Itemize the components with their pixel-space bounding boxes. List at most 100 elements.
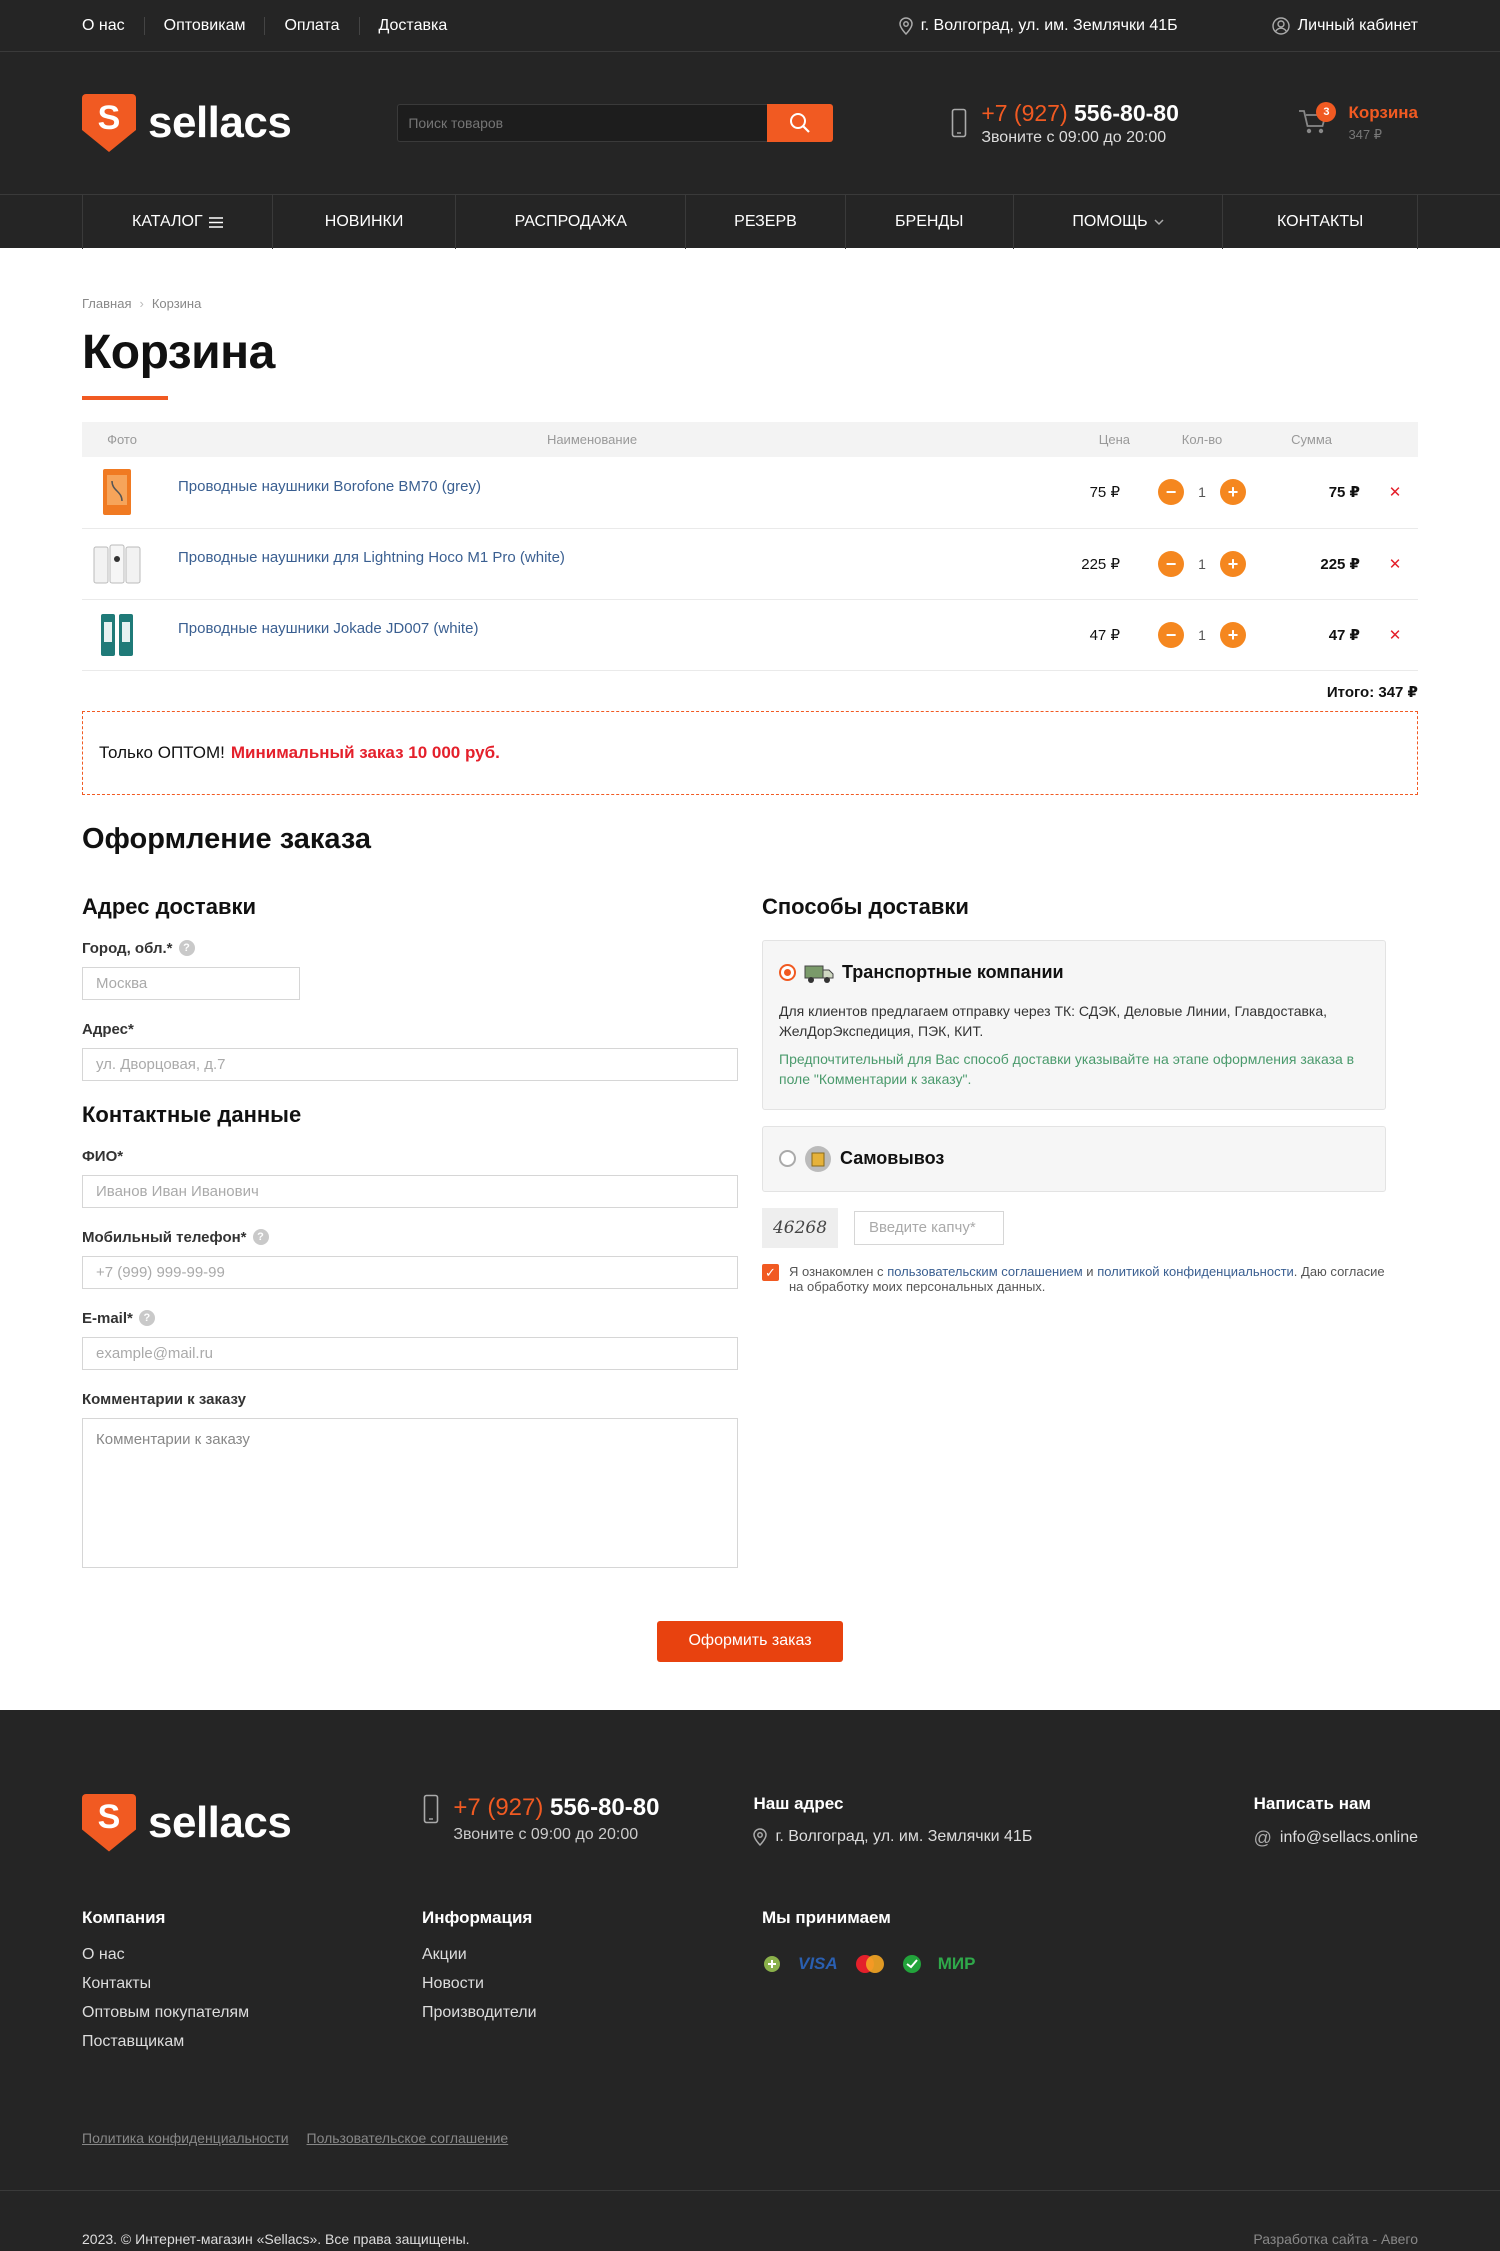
help-icon[interactable]: ? [178,940,195,956]
logo-shield-icon: S [82,94,136,152]
nav-sale[interactable]: РАСПРОДАЖА [455,195,685,249]
col-photo: Фото [82,422,162,457]
top-bar: О нас Оптовикам Оплата Доставка г. Волго… [0,0,1500,52]
delivery-radio-selected[interactable] [779,964,796,981]
cart-table: Фото Наименование Цена Кол-во Сумма Пров… [82,422,1418,671]
top-link-payment[interactable]: Оплата [264,17,358,35]
product-image[interactable] [92,609,142,661]
address-input[interactable]: ул. Дворцовая, д.7 [82,1047,738,1081]
remove-item-icon[interactable]: ✕ [1372,528,1418,600]
footer-link[interactable]: Акции [422,1946,762,1964]
account-link[interactable]: Личный кабинет [1271,17,1418,35]
email-label-text: E-mail* [82,1309,133,1327]
nav-help[interactable]: ПОМОЩЬ [1012,195,1223,249]
top-link-about[interactable]: О нас [82,17,144,35]
captcha-input[interactable]: Введите капчу* [854,1210,1004,1245]
nav-new[interactable]: НОВИНКИ [271,195,456,249]
increase-qty-button[interactable]: + [1220,621,1246,648]
product-image[interactable] [92,538,142,590]
quantity-stepper: −1 + [1142,621,1262,648]
phone-input[interactable]: +7 (999) 999-99-99 [82,1255,738,1289]
mobile-phone-icon [424,1794,439,1823]
nav-reserve[interactable]: РЕЗЕРВ [685,195,845,249]
nav-catalog[interactable]: КАТАЛОГ [82,195,272,249]
developer-link[interactable]: Разработка сайта - Авего [1253,2231,1418,2247]
nav-brands[interactable]: БРЕНДЫ [844,195,1013,249]
footer-company-title: Компания [82,1907,166,1927]
nav-contacts[interactable]: КОНТАКТЫ [1222,195,1418,249]
decrease-qty-button[interactable]: − [1158,550,1184,577]
header-phone-number[interactable]: +7 (927) 556-80-80 [981,100,1179,126]
cart-row: Проводные наушники Jokade JD007 (white) … [82,599,1418,671]
payment-methods: VISA МИР [762,1954,1102,1974]
qty-value[interactable]: 1 [1198,556,1206,572]
email-input[interactable]: example@mail.ru [82,1336,738,1370]
qty-value[interactable]: 1 [1198,627,1206,643]
footer-pay-title: Мы принимаем [762,1907,891,1927]
comment-textarea[interactable]: Комментарии к заказу [82,1417,738,1568]
decrease-qty-button[interactable]: − [1158,479,1184,506]
increase-qty-button[interactable]: + [1220,550,1246,577]
search-input[interactable] [397,104,768,142]
breadcrumb: Главная › Корзина [82,296,1418,311]
footer-logo[interactable]: S sellacs [82,1793,292,1852]
submit-order-button[interactable]: Оформить заказ [657,1620,843,1662]
delivery-radio[interactable] [779,1150,796,1167]
help-icon[interactable]: ? [138,1310,155,1326]
footer-link[interactable]: Поставщикам [82,2033,422,2051]
col-qty: Кол-во [1142,422,1262,457]
captcha-image[interactable]: 46268 [762,1207,838,1248]
footer-link[interactable]: Контакты [82,1975,422,1993]
delivery-option-pickup[interactable]: Самовывоз [762,1125,1386,1192]
col-name: Наименование [162,422,1022,457]
col-price: Цена [1022,422,1142,457]
city-input[interactable]: Москва [82,966,300,1000]
cart-table-header: Фото Наименование Цена Кол-во Сумма [82,422,1418,457]
remove-item-icon[interactable]: ✕ [1372,457,1418,529]
help-icon[interactable]: ? [252,1229,269,1245]
footer-mail-link[interactable]: @ info@sellacs.online [1254,1828,1418,1849]
product-name-link[interactable]: Проводные наушники для Lightning Hoco M1… [178,549,565,566]
top-link-delivery[interactable]: Доставка [358,17,467,35]
footer-payments: Мы принимаем VISA МИР [762,1908,1102,2051]
cart-count-badge: 3 [1316,102,1337,122]
footer-link[interactable]: Производители [422,2004,762,2022]
footer-link[interactable]: Новости [422,1975,762,1993]
user-agreement-link[interactable]: пользовательским соглашением [887,1264,1082,1279]
header-phone-hours: Звоните с 09:00 до 20:00 [981,128,1167,146]
product-name-link[interactable]: Проводные наушники Jokade JD007 (white) [178,620,478,637]
location-pin-icon [753,1827,768,1846]
nav-catalog-label: КАТАЛОГ [132,213,203,230]
privacy-policy-link[interactable]: Политика конфиденциальности [82,2130,289,2146]
product-image[interactable] [92,466,142,518]
city-field: Город, обл.*? Москва [82,940,738,1000]
footer-link[interactable]: Оптовым покупателям [82,2004,422,2022]
search-button[interactable] [767,104,834,142]
delivery-option-transport[interactable]: Транспортные компании Для клиентов предл… [762,939,1386,1110]
delivery-option-description: Для клиентов предлагаем отправку через Т… [779,1002,1328,1039]
privacy-policy-link[interactable]: политикой конфиденциальности [1097,1264,1294,1279]
qty-value[interactable]: 1 [1198,484,1206,500]
header-phone: +7 (927) 556-80-80 Звоните с 09:00 до 20… [951,100,1179,147]
product-sum: 47 ₽ [1262,599,1372,671]
top-link-wholesale[interactable]: Оптовикам [143,17,265,35]
email-label: E-mail*? [82,1310,738,1327]
decrease-qty-button[interactable]: − [1158,621,1184,648]
user-agreement-link[interactable]: Пользовательское соглашение [307,2130,509,2146]
increase-qty-button[interactable]: + [1220,479,1246,506]
remove-item-icon[interactable]: ✕ [1372,599,1418,671]
fio-input[interactable]: Иванов Иван Иванович [82,1174,738,1208]
contacts-title: Контактные данные [82,1101,302,1127]
breadcrumb-home[interactable]: Главная [82,296,131,311]
product-sum: 225 ₽ [1262,528,1372,600]
footer-link[interactable]: О нас [82,1946,422,1964]
logo[interactable]: S sellacs [82,94,292,152]
footer-phone-number[interactable]: +7 (927) 556-80-80 [453,1794,659,1821]
delivery-option-title: Самовывоз [840,1148,945,1168]
cart-label: Корзина [1348,103,1418,122]
mobile-phone-icon [952,108,967,138]
phone-label: Мобильный телефон*? [82,1229,738,1246]
agreement-checkbox[interactable]: ✓ [762,1263,779,1281]
header-cart[interactable]: 3 Корзина 347 ₽ [1298,102,1418,143]
product-name-link[interactable]: Проводные наушники Borofone BM70 (grey) [178,478,481,495]
